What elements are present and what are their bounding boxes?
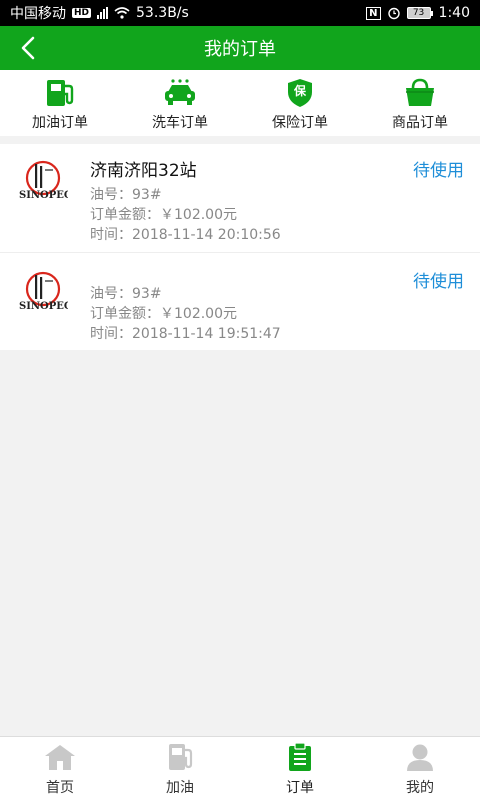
clock: 1:40: [438, 5, 470, 21]
fuel-pump-icon: [47, 80, 74, 106]
nav-home[interactable]: 首页: [0, 737, 120, 800]
shield-badge-text: 保: [293, 84, 306, 98]
network-speed: 53.3B/s: [136, 5, 189, 21]
bottom-nav: 首页 加油 订单 我的: [0, 736, 480, 800]
chevron-left-icon: [21, 36, 35, 60]
svg-text:SINOPEC: SINOPEC: [19, 190, 68, 201]
fuel-type: 油号：93#: [90, 187, 162, 203]
nav-label: 加油: [166, 780, 194, 796]
order-amount: 订单金额：￥102.00元: [90, 306, 237, 322]
battery-icon: 73: [406, 7, 433, 19]
order-time: 时间：2018-11-14 19:51:47: [90, 326, 281, 342]
carrier-name: 中国移动: [10, 6, 66, 22]
sinopec-logo: SINOPEC: [19, 160, 68, 201]
page-title: 我的订单: [204, 39, 276, 60]
order-list: SINOPEC 济南济阳32站 待使用 油号：93# 订单金额：￥102.00元…: [0, 144, 480, 350]
sinopec-logo: SINOPEC: [19, 271, 68, 312]
wifi-icon: [114, 7, 130, 19]
home-icon: [45, 745, 75, 770]
hd-badge: HD: [72, 8, 92, 18]
svg-text:SINOPEC: SINOPEC: [19, 301, 68, 312]
nav-orders[interactable]: 订单: [240, 737, 360, 800]
title-bar: 我的订单: [0, 26, 480, 70]
tab-label: 商品订单: [392, 115, 448, 131]
tab-goods-orders[interactable]: 商品订单: [360, 70, 480, 136]
signal-icon: [97, 7, 109, 19]
tab-label: 保险订单: [272, 115, 328, 131]
fuel-pump-icon: [169, 744, 193, 770]
tab-carwash-orders[interactable]: 洗车订单: [120, 70, 240, 136]
tab-fuel-orders[interactable]: 加油订单: [0, 70, 120, 136]
order-status[interactable]: 待使用: [413, 267, 464, 292]
nfc-icon: N: [366, 6, 381, 20]
car-icon: [165, 79, 195, 105]
back-button[interactable]: [14, 34, 42, 62]
tab-label: 加油订单: [32, 115, 88, 131]
order-amount: 订单金额：￥102.00元: [90, 207, 237, 223]
order-type-tabs: 加油订单 洗车订单 保 保险订单 商品订单: [0, 70, 480, 136]
nav-label: 订单: [286, 780, 314, 796]
nav-label: 首页: [46, 780, 74, 796]
nav-label: 我的: [406, 780, 434, 796]
fuel-type: 油号：93#: [90, 286, 162, 302]
alarm-icon: [387, 7, 400, 20]
order-status[interactable]: 待使用: [413, 156, 464, 181]
user-icon: [407, 744, 433, 771]
order-card[interactable]: SINOPEC 待使用 油号：93# 订单金额：￥102.00元 时间：2018…: [0, 252, 480, 350]
order-card[interactable]: SINOPEC 济南济阳32站 待使用 油号：93# 订单金额：￥102.00元…: [0, 144, 480, 252]
tab-insurance-orders[interactable]: 保 保险订单: [240, 70, 360, 136]
status-bar: 中国移动 HD 53.3B/s N 73 1:40: [0, 0, 480, 26]
station-name: 济南济阳32站: [90, 161, 197, 181]
shopping-bag-icon: [406, 78, 434, 106]
order-time: 时间：2018-11-14 20:10:56: [90, 227, 281, 243]
clipboard-icon: [289, 743, 311, 771]
nav-refuel[interactable]: 加油: [120, 737, 240, 800]
nav-profile[interactable]: 我的: [360, 737, 480, 800]
tab-label: 洗车订单: [152, 115, 208, 131]
